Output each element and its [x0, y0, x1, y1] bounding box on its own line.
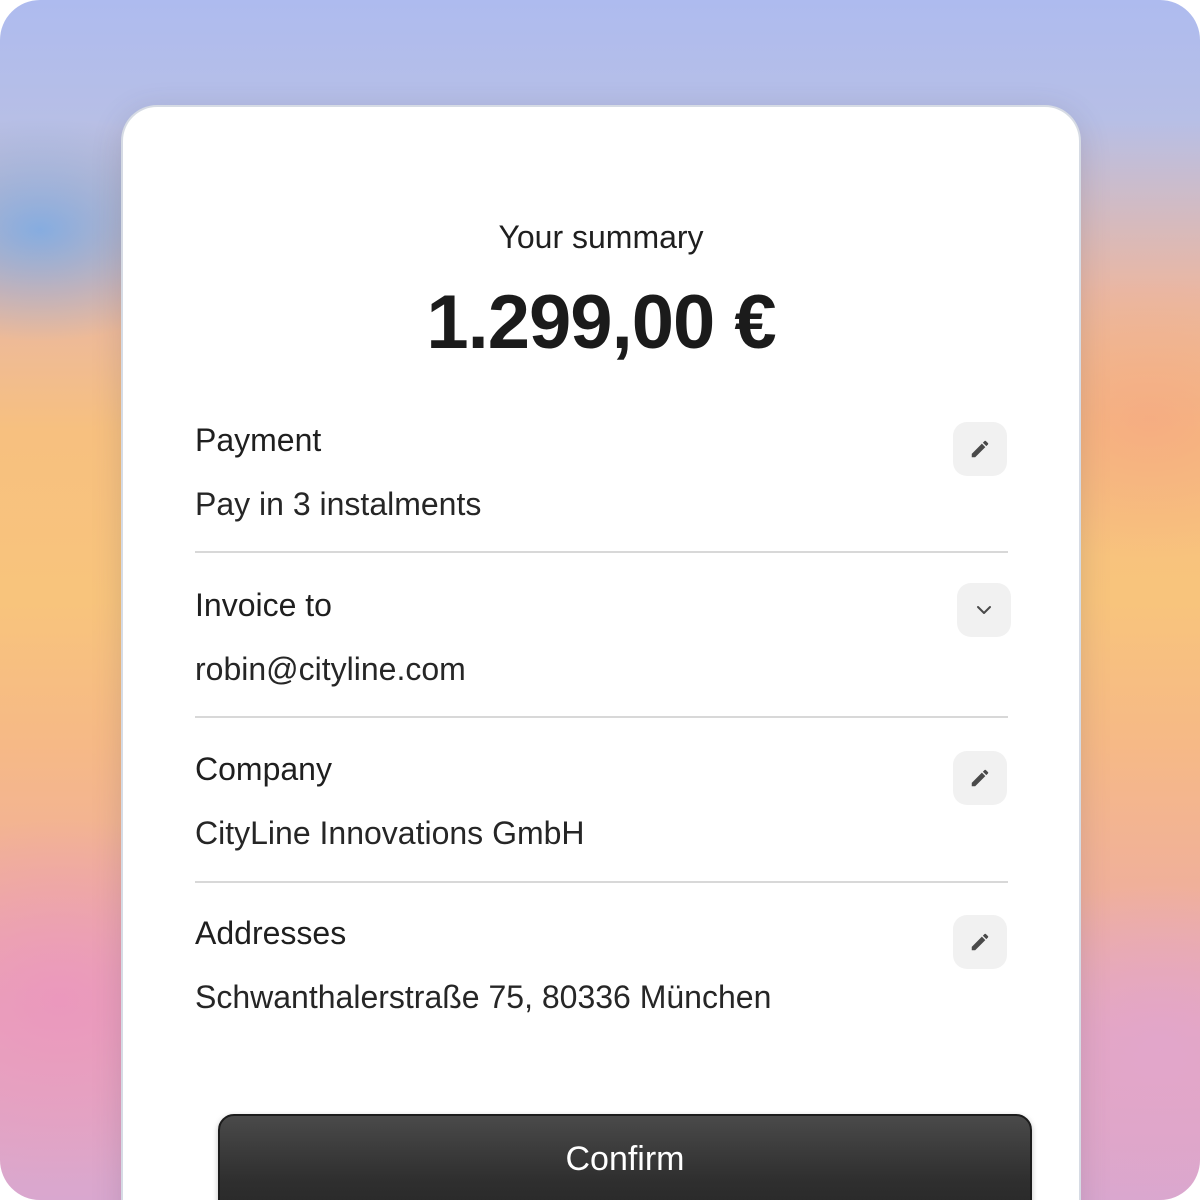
edit-payment-button[interactable]: [953, 422, 1007, 476]
summary-card: Your summary 1.299,00 € Payment Pay in 3…: [121, 105, 1081, 1200]
addresses-value: Schwanthalerstraße 75, 80336 München: [195, 979, 772, 1015]
chevron-down-icon: [977, 606, 991, 614]
payment-title: Payment: [195, 422, 322, 458]
company-title: Company: [195, 751, 332, 787]
pencil-icon: [971, 440, 989, 458]
invoice-section: Invoice to robin@cityline.com: [195, 583, 1011, 717]
confirm-button[interactable]: Confirm: [218, 1114, 1032, 1200]
payment-value: Pay in 3 instalments: [195, 486, 482, 522]
invoice-title: Invoice to: [195, 587, 332, 623]
company-value: CityLine Innovations GmbH: [195, 815, 585, 851]
divider: [195, 551, 1008, 553]
divider: [195, 881, 1008, 883]
addresses-section: Addresses Schwanthalerstraße 75, 80336 M…: [195, 915, 1008, 1045]
edit-company-button[interactable]: [953, 751, 1007, 805]
addresses-title: Addresses: [195, 915, 347, 951]
invoice-value: robin@cityline.com: [195, 651, 466, 687]
edit-addresses-button[interactable]: [953, 915, 1007, 969]
painted-background: Your summary 1.299,00 € Payment Pay in 3…: [0, 0, 1200, 1200]
company-section: Company CityLine Innovations GmbH: [195, 751, 1008, 881]
total-amount: 1.299,00 €: [426, 280, 776, 365]
payment-section: Payment Pay in 3 instalments: [195, 422, 1008, 552]
pencil-icon: [971, 933, 989, 951]
summary-heading: Your summary: [498, 219, 704, 255]
pencil-icon: [971, 769, 989, 787]
expand-invoice-button[interactable]: [957, 583, 1011, 637]
divider: [195, 716, 1008, 718]
